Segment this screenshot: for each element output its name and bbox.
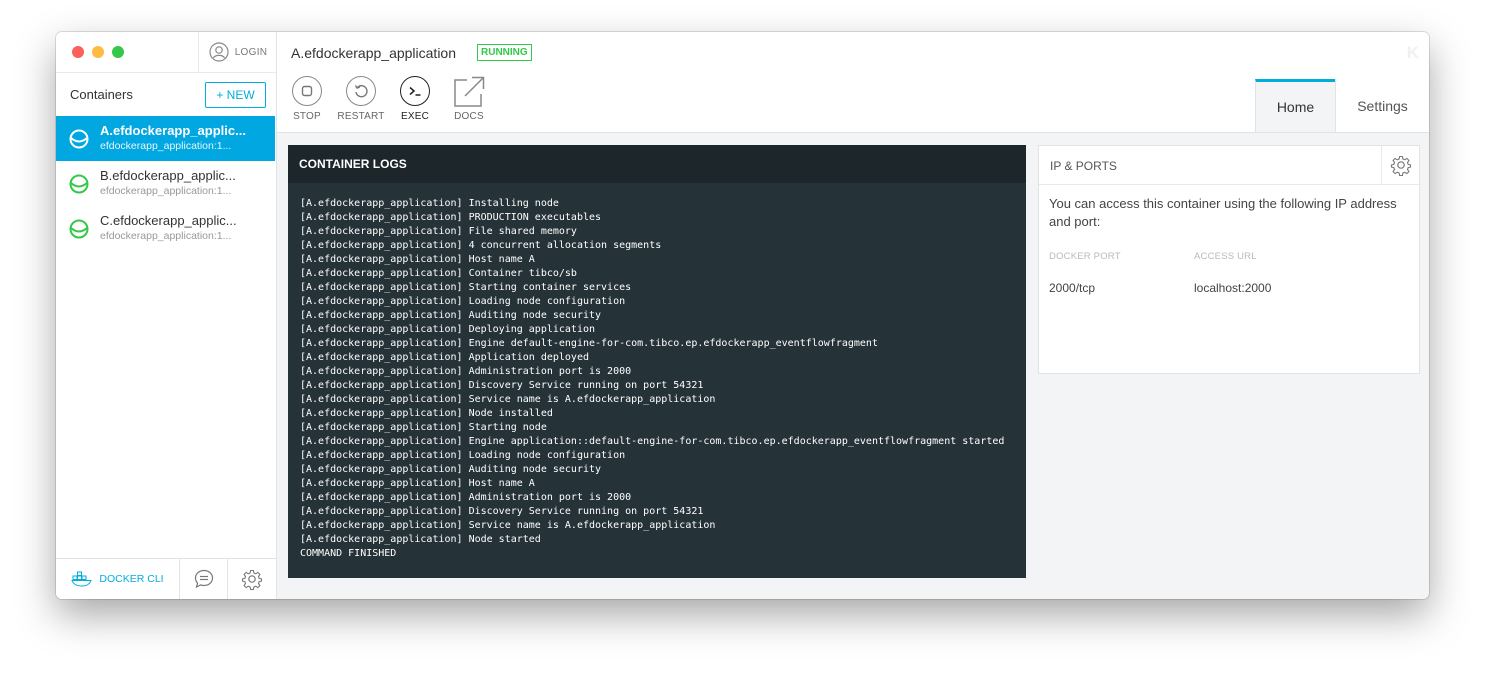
log-line: [A.efdockerapp_application] Loading node… <box>300 450 626 461</box>
sidebar-top-bar: LOGIN <box>56 32 276 73</box>
log-line: [A.efdockerapp_application] Auditing nod… <box>300 310 602 321</box>
ip-ports-settings-button[interactable] <box>1381 146 1419 184</box>
container-image: efdockerapp_application:1... <box>100 140 232 152</box>
close-window-button[interactable] <box>72 46 84 58</box>
ip-ports-panel: IP & PORTS You can access this container… <box>1038 145 1420 374</box>
ip-ports-title: IP & PORTS <box>1050 159 1117 173</box>
stop-button[interactable]: STOP <box>277 76 337 122</box>
login-button[interactable]: LOGIN <box>198 32 277 72</box>
log-line: [A.efdockerapp_application] Administrati… <box>300 492 632 503</box>
window-controls <box>72 46 124 58</box>
container-header: A.efdockerapp_application RUNNING K STOP… <box>277 32 1429 133</box>
container-logs-panel: CONTAINER LOGS [A.efdockerapp_applicatio… <box>288 145 1026 578</box>
container-name: B.efdockerapp_applic... <box>100 168 236 183</box>
status-badge: RUNNING <box>477 44 532 61</box>
minimize-window-button[interactable] <box>92 46 104 58</box>
containers-header: Containers + NEW <box>56 73 276 117</box>
log-line: [A.efdockerapp_application] Engine defau… <box>300 338 878 349</box>
exec-label: EXEC <box>400 111 430 122</box>
log-line: [A.efdockerapp_application] Host name A <box>300 254 535 265</box>
log-line: [A.efdockerapp_application] Discovery Se… <box>300 506 704 517</box>
log-line: [A.efdockerapp_application] Node install… <box>300 408 553 419</box>
ip-ports-header: IP & PORTS <box>1039 146 1419 185</box>
stop-label: STOP <box>293 111 321 122</box>
log-output: [A.efdockerapp_application] Installing n… <box>288 183 1026 561</box>
container-item-b[interactable]: B.efdockerapp_applic... efdockerapp_appl… <box>56 161 275 206</box>
sidebar: LOGIN Containers + NEW A.efdockerapp_app… <box>56 32 277 599</box>
exec-button[interactable]: EXEC <box>385 76 445 122</box>
access-url-link[interactable]: localhost:2000 <box>1194 281 1271 295</box>
container-running-icon <box>69 219 89 239</box>
app-logo: K <box>1406 43 1419 62</box>
logs-title: CONTAINER LOGS <box>288 145 1026 183</box>
maximize-window-button[interactable] <box>112 46 124 58</box>
log-line: [A.efdockerapp_application] Container ti… <box>300 268 577 279</box>
chat-bubble-icon <box>194 569 214 589</box>
container-item-a[interactable]: A.efdockerapp_applic... efdockerapp_appl… <box>56 116 275 161</box>
tab-settings[interactable]: Settings <box>1335 79 1429 132</box>
tab-home[interactable]: Home <box>1255 79 1335 132</box>
log-line: [A.efdockerapp_application] Auditing nod… <box>300 464 602 475</box>
container-name: A.efdockerapp_applic... <box>100 123 246 138</box>
log-line: [A.efdockerapp_application] 4 concurrent… <box>300 240 662 251</box>
login-label: LOGIN <box>234 46 268 58</box>
log-line: [A.efdockerapp_application] Host name A <box>300 478 535 489</box>
container-item-c[interactable]: C.efdockerapp_applic... efdockerapp_appl… <box>56 206 275 251</box>
restart-button[interactable]: RESTART <box>331 76 391 122</box>
terminal-icon <box>409 86 421 96</box>
stop-icon <box>301 85 313 97</box>
docker-cli-button[interactable]: DOCKER CLI <box>56 559 179 599</box>
container-image: efdockerapp_application:1... <box>100 230 232 242</box>
docker-cli-label: DOCKER CLI <box>99 573 164 585</box>
restart-icon <box>354 85 368 98</box>
log-line: [A.efdockerapp_application] Node started <box>300 534 541 545</box>
log-line: [A.efdockerapp_application] File shared … <box>300 226 577 237</box>
container-running-icon <box>69 174 89 194</box>
ip-ports-description: You can access this container using the … <box>1049 196 1397 229</box>
sidebar-footer: DOCKER CLI <box>56 558 276 599</box>
view-tabs: Home Settings <box>1255 79 1429 132</box>
docker-port-value: 2000/tcp <box>1049 281 1096 295</box>
access-url-header: ACCESS URL <box>1194 251 1257 262</box>
docker-port-header: DOCKER PORT <box>1049 251 1121 262</box>
log-line: [A.efdockerapp_application] PRODUCTION e… <box>300 212 602 223</box>
external-link-icon <box>454 76 485 107</box>
docker-cli-icon <box>71 571 93 587</box>
feedback-button[interactable] <box>179 559 228 599</box>
container-running-icon <box>69 129 89 149</box>
new-container-button[interactable]: + NEW <box>205 82 266 108</box>
log-line: [A.efdockerapp_application] Deploying ap… <box>300 324 596 335</box>
user-icon <box>209 42 229 62</box>
log-line: [A.efdockerapp_application] Service name… <box>300 394 716 405</box>
log-line: COMMAND FINISHED <box>300 548 397 559</box>
log-line: [A.efdockerapp_application] Discovery Se… <box>300 380 704 391</box>
docs-button[interactable]: DOCS <box>439 76 499 122</box>
container-name: C.efdockerapp_applic... <box>100 213 237 228</box>
preferences-button[interactable] <box>227 559 276 599</box>
log-line: [A.efdockerapp_application] Installing n… <box>300 198 559 209</box>
restart-label: RESTART <box>337 111 385 122</box>
log-line: [A.efdockerapp_application] Starting con… <box>300 282 632 293</box>
log-line: [A.efdockerapp_application] Administrati… <box>300 366 632 377</box>
containers-title: Containers <box>70 87 133 102</box>
log-line: [A.efdockerapp_application] Service name… <box>300 520 716 531</box>
gear-icon <box>241 569 263 590</box>
docs-label: DOCS <box>454 111 484 122</box>
gear-icon <box>1390 155 1411 176</box>
container-title: A.efdockerapp_application <box>291 45 457 61</box>
app-window: LOGIN Containers + NEW A.efdockerapp_app… <box>56 32 1429 599</box>
log-line: [A.efdockerapp_application] Starting nod… <box>300 422 547 433</box>
log-line: [A.efdockerapp_application] Engine appli… <box>300 436 1005 447</box>
container-image: efdockerapp_application:1... <box>100 185 232 197</box>
log-line: [A.efdockerapp_application] Loading node… <box>300 296 626 307</box>
log-line: [A.efdockerapp_application] Application … <box>300 352 589 363</box>
